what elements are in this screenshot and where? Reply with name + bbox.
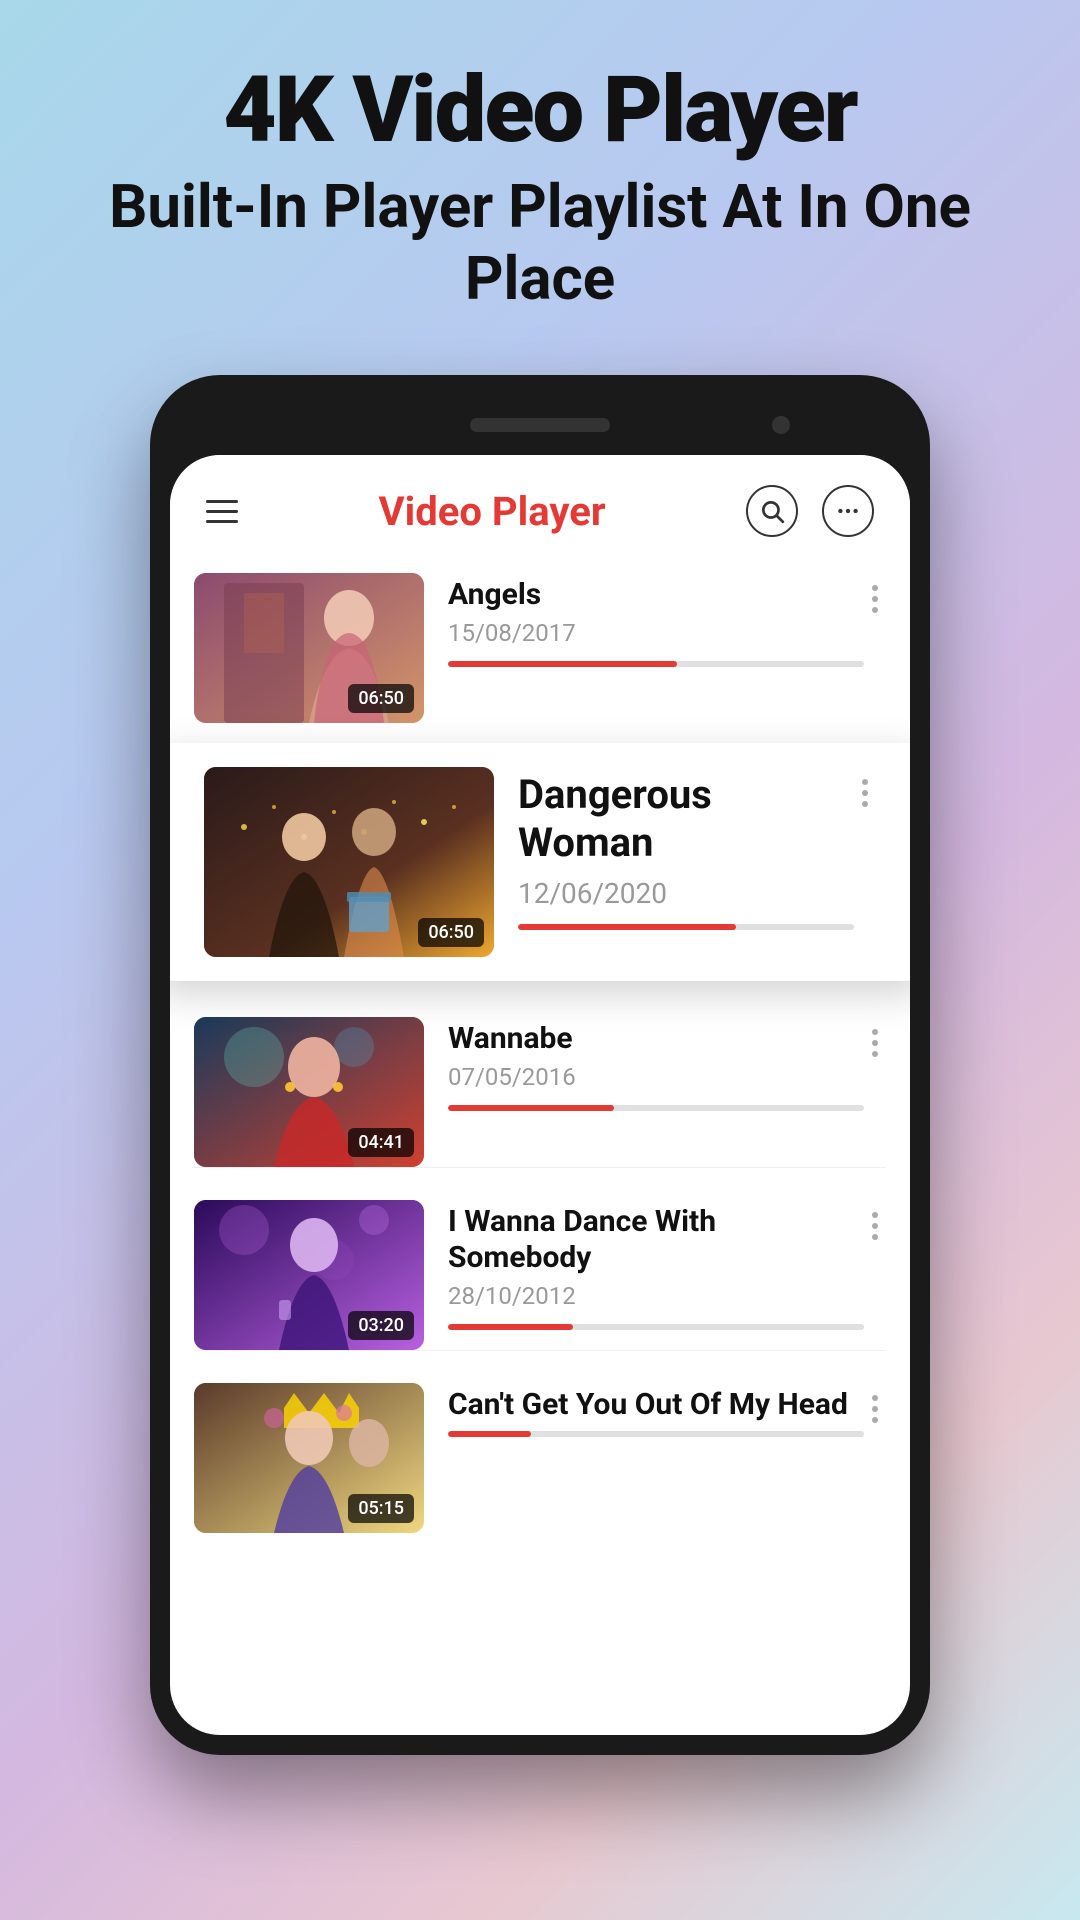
video-info-1: Angels 15/08/2017	[424, 573, 864, 667]
phone-screen: Video Player	[170, 455, 910, 1735]
vertical-dots-icon-5	[872, 1395, 878, 1423]
hamburger-menu[interactable]	[206, 500, 238, 523]
more-icon	[835, 498, 861, 524]
phone-camera	[772, 416, 790, 434]
video-item-4[interactable]: 03:20 I Wanna Dance With Somebody 28/10/…	[170, 1184, 910, 1350]
thumbnail-1: 06:50	[194, 573, 424, 723]
vertical-dots-icon-4	[872, 1212, 878, 1240]
progress-bar-1	[448, 661, 864, 667]
progress-fill-1	[448, 661, 677, 667]
video-title-3: Wannabe	[448, 1021, 864, 1057]
vertical-dots-icon-1	[872, 585, 878, 613]
vertical-dots-icon-3	[872, 1029, 878, 1057]
thumbnail-2: 06:50	[204, 767, 494, 957]
more-options-button[interactable]	[822, 485, 874, 537]
video-item-1[interactable]: 06:50 Angels 15/08/2017	[170, 557, 910, 723]
more-options-3[interactable]	[864, 1021, 886, 1065]
video-info-5: Can't Get You Out Of My Head	[424, 1383, 864, 1437]
duration-badge-5: 05:15	[348, 1494, 414, 1523]
video-item-3[interactable]: 04:41 Wannabe 07/05/2016	[170, 1001, 910, 1167]
video-info-3: Wannabe 07/05/2016	[424, 1017, 864, 1111]
main-title: 4K Video Player	[60, 60, 1020, 161]
search-icon	[759, 498, 785, 524]
progress-bar-3	[448, 1105, 864, 1111]
video-date-2: 12/06/2020	[518, 877, 854, 910]
video-info-2: Dangerous Woman 12/06/2020	[494, 767, 854, 930]
thumbnail-5: 05:15	[194, 1383, 424, 1533]
app-header: Video Player	[170, 455, 910, 557]
video-date-3: 07/05/2016	[448, 1063, 864, 1091]
divider-4	[194, 1350, 886, 1351]
header-icons	[746, 485, 874, 537]
progress-fill-2	[518, 924, 736, 930]
phone-speaker	[470, 418, 610, 432]
duration-badge-4: 03:20	[348, 1311, 414, 1340]
duration-badge-1: 06:50	[348, 684, 414, 713]
video-title-1: Angels	[448, 577, 864, 613]
thumbnail-3: 04:41	[194, 1017, 424, 1167]
video-title-5: Can't Get You Out Of My Head	[448, 1387, 864, 1423]
search-button[interactable]	[746, 485, 798, 537]
duration-badge-2: 06:50	[418, 918, 484, 947]
sub-title: Built-In Player Playlist At In One Place	[60, 171, 1020, 315]
progress-fill-3	[448, 1105, 614, 1111]
app-title: Video Player	[379, 488, 606, 535]
video-item-5[interactable]: 05:15 Can't Get You Out Of My Head	[170, 1367, 910, 1533]
video-title-4: I Wanna Dance With Somebody	[448, 1204, 864, 1276]
phone-notch	[170, 395, 910, 455]
more-options-2[interactable]	[854, 771, 876, 815]
vertical-dots-icon-2	[862, 779, 868, 807]
thumbnail-4: 03:20	[194, 1200, 424, 1350]
more-options-5[interactable]	[864, 1387, 886, 1431]
progress-bar-2	[518, 924, 854, 930]
more-options-1[interactable]	[864, 577, 886, 621]
progress-bar-5	[448, 1431, 864, 1437]
header-section: 4K Video Player Built-In Player Playlist…	[0, 0, 1080, 355]
duration-badge-3: 04:41	[348, 1128, 414, 1157]
more-options-4[interactable]	[864, 1204, 886, 1248]
phone-mockup: Video Player	[0, 375, 1080, 1755]
divider-3	[194, 1167, 886, 1168]
video-date-4: 28/10/2012	[448, 1282, 864, 1310]
video-info-4: I Wanna Dance With Somebody 28/10/2012	[424, 1200, 864, 1330]
video-item-2[interactable]: 06:50 Dangerous Woman 12/06/2020	[170, 743, 910, 981]
progress-fill-4	[448, 1324, 573, 1330]
video-title-2: Dangerous Woman	[518, 771, 854, 867]
phone-frame: Video Player	[150, 375, 930, 1755]
progress-bar-4	[448, 1324, 864, 1330]
video-date-1: 15/08/2017	[448, 619, 864, 647]
progress-fill-5	[448, 1431, 531, 1437]
